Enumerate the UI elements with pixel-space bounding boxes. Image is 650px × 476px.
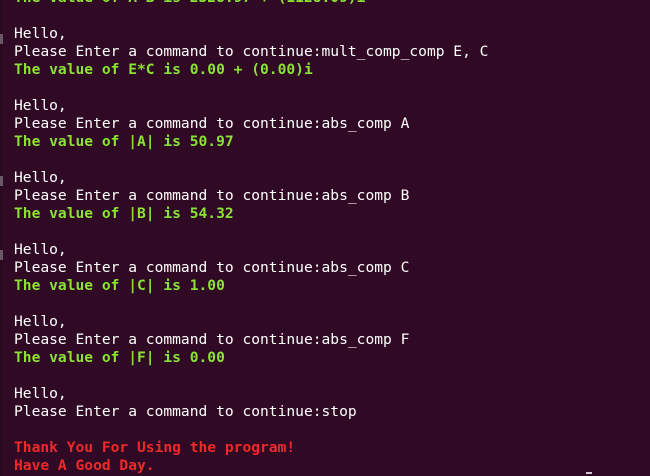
result-line: The value of |F| is 0.00 (14, 349, 225, 366)
command-prompt-line: Please Enter a command to continue:abs_c… (14, 187, 410, 204)
result-line: The value of |C| is 1.00 (14, 277, 225, 294)
result-line: The value of |A| is 50.97 (14, 133, 234, 150)
edge-marker (0, 250, 3, 260)
command-prompt-line: Please Enter a command to continue:abs_c… (14, 259, 410, 276)
farewell-line: Thank You For Using the program! (14, 439, 296, 456)
command-prompt-line: Please Enter a command to continue:stop (14, 403, 357, 420)
greeting-line: Hello, (14, 313, 67, 330)
command-prompt-line: Please Enter a command to continue:abs_c… (14, 115, 410, 132)
greeting-line: Hello, (14, 97, 67, 114)
edge-marker (0, 34, 3, 44)
greeting-line: Hello, (14, 169, 67, 186)
text-cursor (586, 472, 592, 474)
greeting-line: Hello, (14, 25, 67, 42)
window-edge (0, 0, 3, 476)
edge-marker (0, 176, 3, 186)
result-line: The value of A*B is 2328.97 + (1128.09)i (14, 0, 488, 7)
result-line: The value of |B| is 54.32 (14, 205, 234, 222)
terminal-output: The value of A*B is 2328.97 + (1128.09)i… (14, 0, 488, 475)
command-prompt-line: Please Enter a command to continue:mult_… (14, 43, 489, 60)
farewell-line: Have A Good Day. (14, 457, 155, 474)
terminal-window[interactable]: The value of A*B is 2328.97 + (1128.09)i… (0, 0, 650, 476)
result-line: The value of E*C is 0.00 + (0.00)i (14, 61, 313, 78)
greeting-line: Hello, (14, 385, 67, 402)
command-prompt-line: Please Enter a command to continue:abs_c… (14, 331, 410, 348)
greeting-line: Hello, (14, 241, 67, 258)
